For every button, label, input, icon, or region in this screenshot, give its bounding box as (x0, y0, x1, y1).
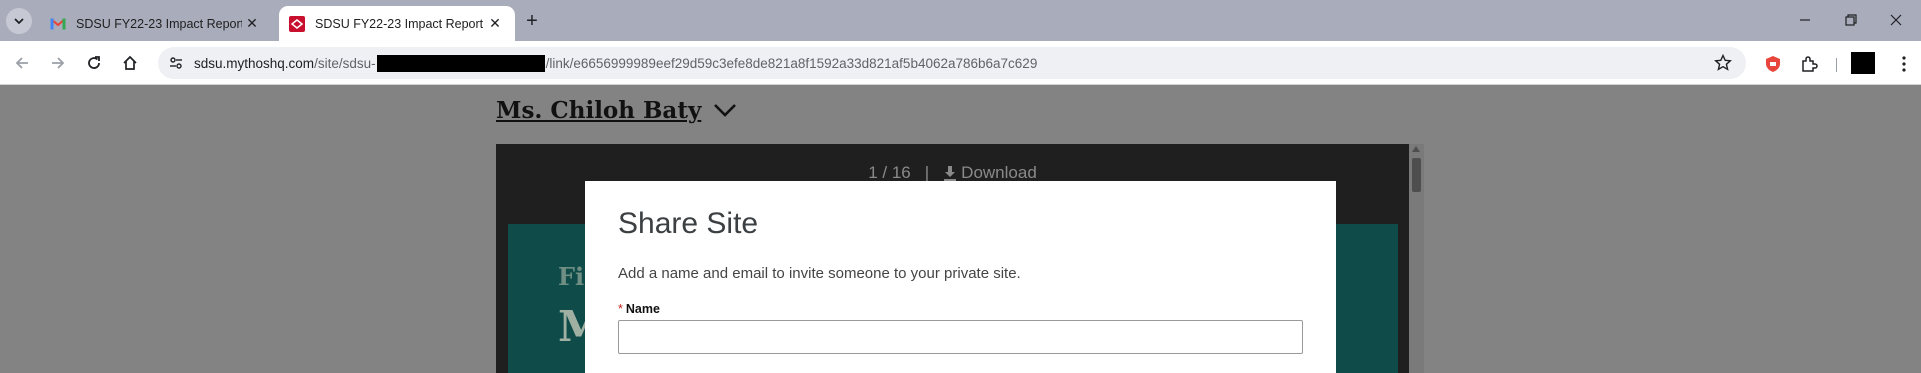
tab-gmail[interactable]: SDSU FY22-23 Impact Report - ✕ (40, 6, 272, 41)
new-tab-button[interactable]: + (520, 9, 544, 33)
back-button[interactable] (8, 49, 36, 77)
tab-title: SDSU FY22-23 Impact Report - (76, 16, 242, 31)
arrow-right-icon (52, 57, 65, 69)
site-info-icon[interactable] (166, 53, 186, 73)
extensions-puzzle-icon[interactable] (1798, 53, 1820, 75)
download-icon (944, 166, 957, 181)
browser-toolbar: sdsu.mythoshq.com/site/sdsu- /link/e66569… (0, 41, 1921, 85)
close-icon[interactable]: ✕ (242, 14, 262, 34)
tab-title: SDSU FY22-23 Impact Report (315, 16, 484, 31)
viewer-scrollbar[interactable] (1409, 144, 1424, 373)
home-icon (123, 55, 137, 70)
page-indicator: 1 / 16 (868, 163, 911, 182)
restore-icon (1845, 14, 1857, 26)
toolbar-divider: | (924, 163, 930, 182)
download-label: Download (961, 163, 1037, 182)
url-host: sdsu.mythoshq.com (194, 56, 315, 71)
cover-text-line1: Fi (558, 262, 585, 291)
chevron-down-icon[interactable] (711, 96, 739, 124)
page-heading: Ms. Chiloh Baty (496, 96, 739, 124)
arrow-left-icon (15, 57, 28, 69)
tab-search-button[interactable] (6, 8, 32, 34)
close-window-button[interactable] (1876, 8, 1916, 32)
scrollbar-thumb[interactable] (1412, 158, 1421, 192)
home-button[interactable] (116, 49, 144, 77)
tab-mythos[interactable]: SDSU FY22-23 Impact Report ✕ (279, 6, 515, 41)
more-menu-icon[interactable] (1893, 53, 1915, 75)
name-input[interactable] (618, 320, 1303, 354)
tab-strip: SDSU FY22-23 Impact Report - ✕ SDSU FY22… (0, 0, 1921, 41)
restore-button[interactable] (1831, 8, 1871, 32)
address-bar[interactable]: sdsu.mythoshq.com/site/sdsu- /link/e66569… (158, 47, 1746, 79)
name-label-text: Name (625, 302, 660, 316)
url-path-start: /site/sdsu- (314, 56, 376, 71)
gmail-icon (50, 16, 66, 32)
url-text: sdsu.mythoshq.com/site/sdsu- /link/e66569… (194, 55, 1037, 72)
bookmark-star-icon[interactable] (1712, 52, 1734, 74)
required-marker: * (618, 302, 623, 316)
minimize-button[interactable] (1785, 8, 1825, 32)
download-button[interactable]: Download (943, 163, 1037, 183)
share-site-dialog: Share Site Add a name and email to invit… (585, 181, 1336, 373)
url-path-end: /link/e6656999989eef29d59c3efe8de821a8f1… (545, 56, 1038, 71)
mythos-icon (289, 15, 305, 32)
shield-extension-icon[interactable] (1762, 53, 1784, 75)
chevron-down-icon (14, 18, 24, 25)
name-field-label: * Name (618, 302, 660, 316)
close-icon[interactable]: ✕ (485, 14, 505, 34)
scroll-up-icon[interactable] (1412, 146, 1420, 152)
profile-avatar[interactable] (1851, 52, 1875, 74)
dialog-description: Add a name and email to invite someone t… (618, 265, 1021, 282)
minimize-icon (1800, 19, 1810, 21)
dialog-title: Share Site (618, 207, 759, 240)
toolbar-separator (1836, 58, 1837, 72)
close-icon (1890, 14, 1902, 26)
reload-icon (88, 56, 100, 69)
recipient-name-link[interactable]: Ms. Chiloh Baty (496, 97, 701, 124)
forward-button[interactable] (44, 49, 72, 77)
redacted-block (376, 55, 545, 72)
reload-button[interactable] (80, 49, 108, 77)
